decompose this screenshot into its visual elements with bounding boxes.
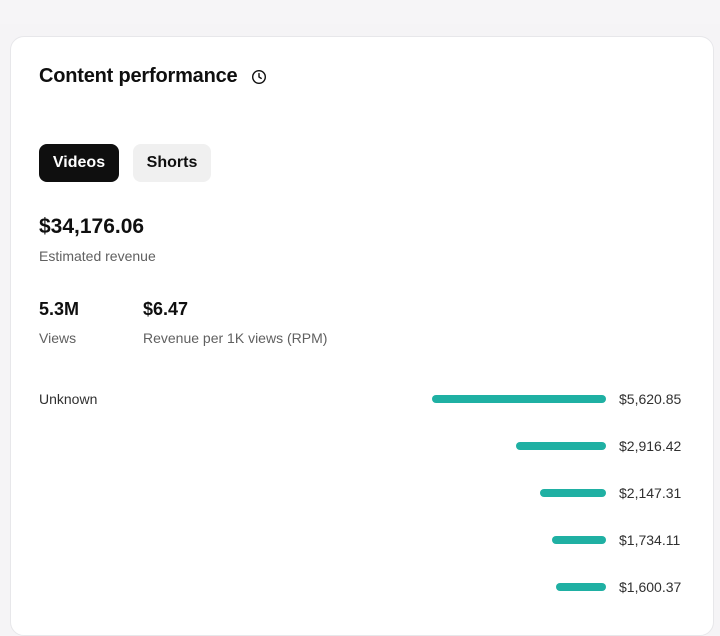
breakdown-row[interactable]: $2,916.42 xyxy=(39,435,689,459)
clock-icon[interactable] xyxy=(251,69,267,85)
breakdown-row[interactable]: Unknown $5,620.85 xyxy=(39,388,689,412)
views-value: 5.3M xyxy=(39,299,80,319)
tab-shorts[interactable]: Shorts xyxy=(133,144,211,182)
card-header: Content performance xyxy=(39,65,267,88)
estimated-revenue-label: Estimated revenue xyxy=(39,248,156,264)
breakdown-row-amount: $2,147.31 xyxy=(619,485,682,501)
card-title: Content performance xyxy=(39,65,238,87)
content-type-tabs: Videos Shorts xyxy=(39,144,211,182)
views-label: Views xyxy=(39,330,77,346)
rpm-stat: $6.47 Revenue per 1K views (RPM) xyxy=(143,299,327,346)
breakdown-row[interactable]: $2,147.31 xyxy=(39,482,689,506)
breakdown-row-amount: $5,620.85 xyxy=(619,391,682,407)
breakdown-bar xyxy=(556,583,606,591)
breakdown-row-label: Unknown xyxy=(39,391,98,407)
breakdown-row[interactable]: $1,600.37 xyxy=(39,576,689,600)
rpm-label: Revenue per 1K views (RPM) xyxy=(143,330,328,346)
breakdown-row[interactable]: $1,734.11 xyxy=(39,529,689,553)
breakdown-row-amount: $1,734.11 xyxy=(619,532,681,548)
breakdown-bar xyxy=(516,442,606,450)
estimated-revenue-value: $34,176.06 xyxy=(39,215,145,238)
breakdown-bar xyxy=(432,395,606,403)
breakdown-bar xyxy=(552,536,606,544)
content-performance-card: Content performance Videos Shorts $34,17… xyxy=(10,36,714,636)
views-stat: 5.3M Views xyxy=(39,299,79,346)
top-strip xyxy=(0,0,720,24)
tab-videos[interactable]: Videos xyxy=(39,144,119,182)
breakdown-row-amount: $1,600.37 xyxy=(619,579,682,595)
breakdown-row-amount: $2,916.42 xyxy=(619,438,682,454)
breakdown-bar xyxy=(540,489,606,497)
rpm-value: $6.47 xyxy=(143,299,189,319)
